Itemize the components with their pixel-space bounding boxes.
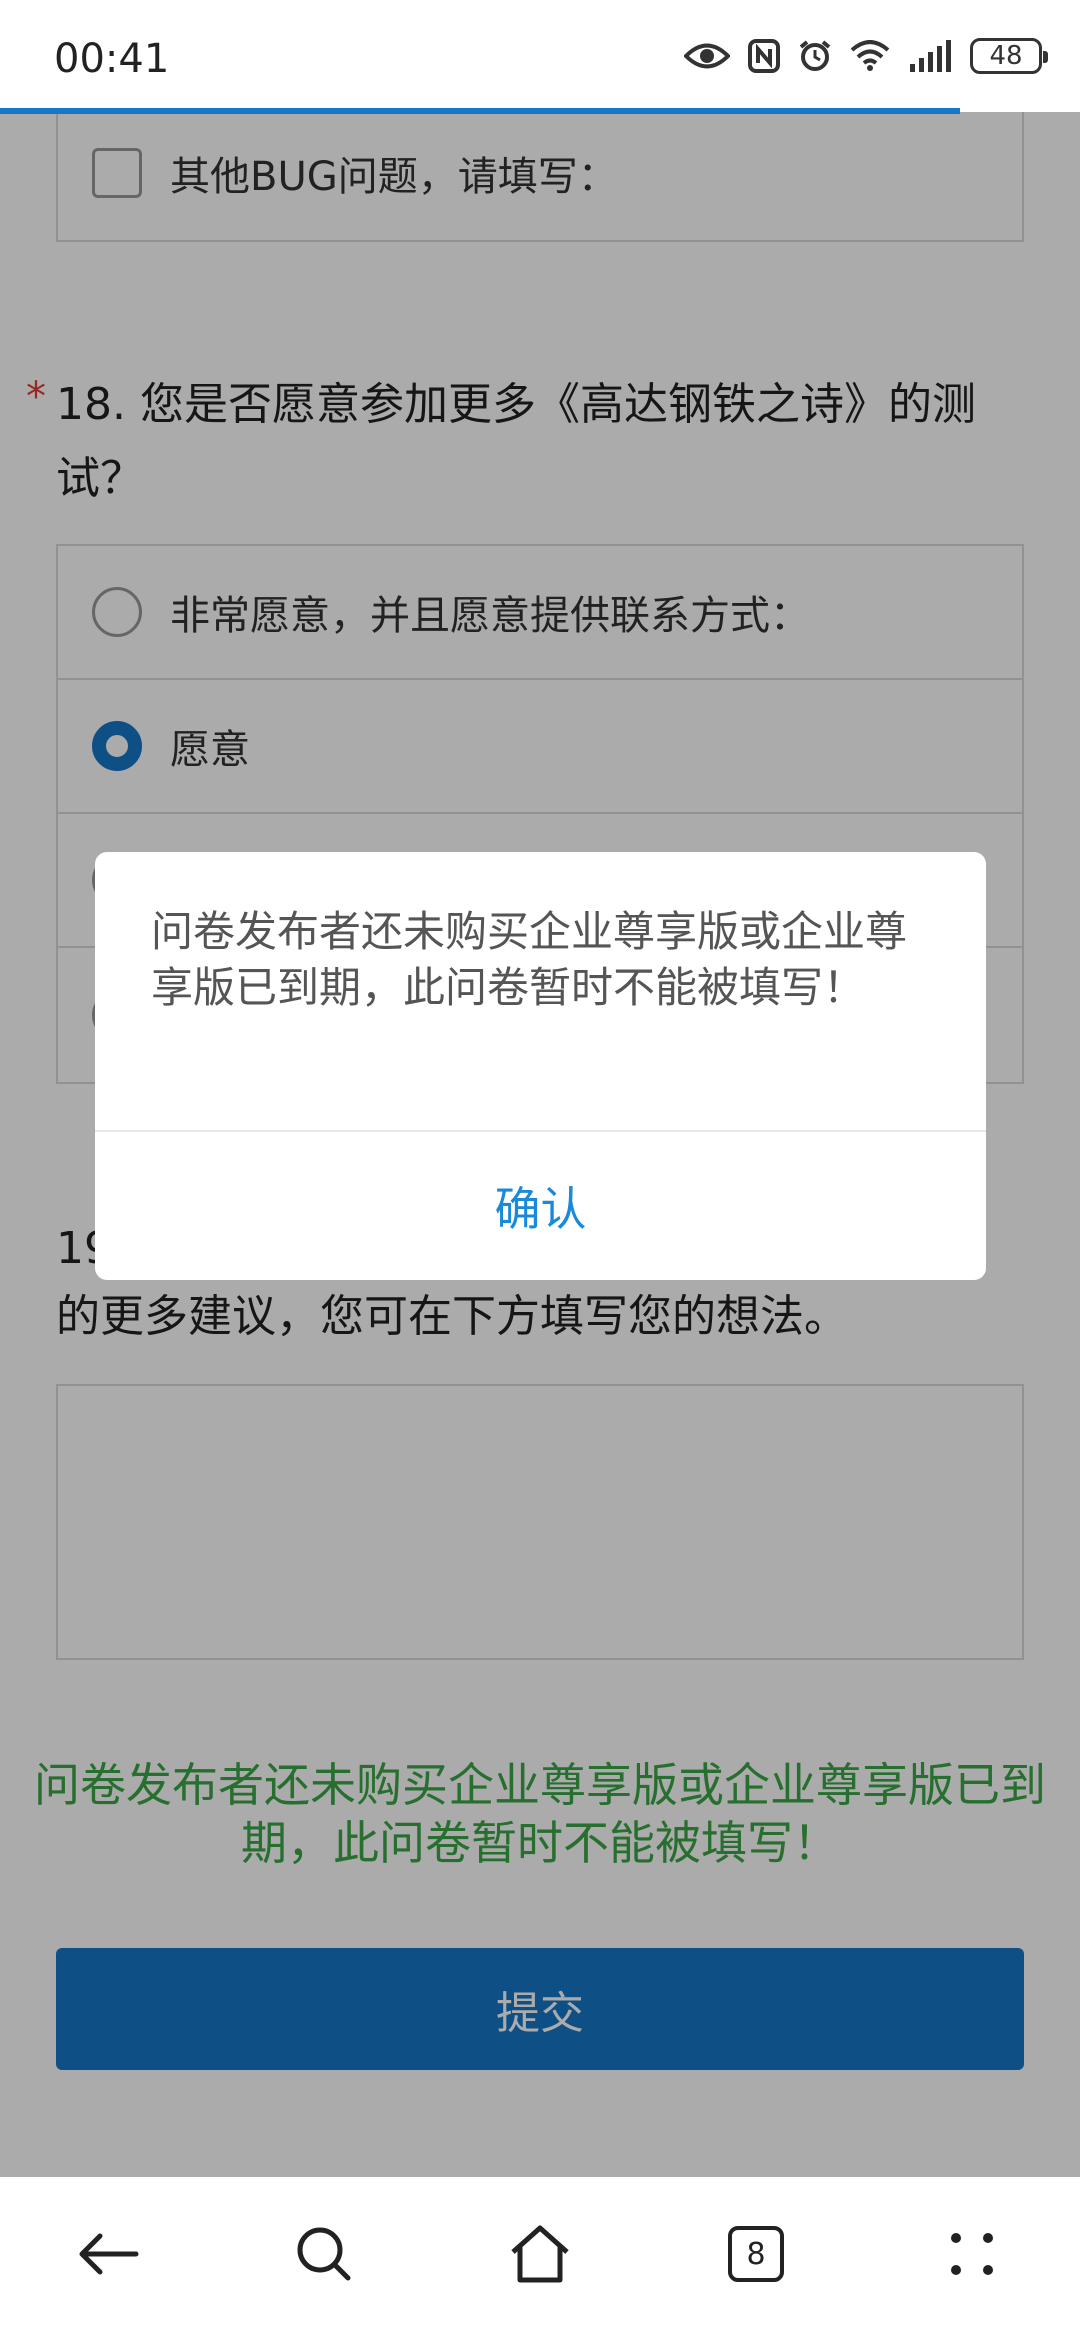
signal-icon — [908, 40, 952, 72]
back-arrow-icon — [79, 2233, 139, 2275]
tabs-button[interactable]: 8 — [696, 2194, 816, 2314]
page-load-progress — [0, 108, 960, 114]
dialog-message: 问卷发布者还未购买企业尊享版或企业尊享版已到期，此问卷暂时不能被填写！ — [151, 907, 908, 1012]
confirm-button[interactable]: 确认 — [95, 1132, 986, 1280]
search-button[interactable] — [264, 2194, 384, 2314]
tabs-icon: 8 — [728, 2226, 784, 2282]
browser-nav-bar: 8 — [0, 2177, 1080, 2331]
alert-dialog: 问卷发布者还未购买企业尊享版或企业尊享版已到期，此问卷暂时不能被填写！ 确认 — [95, 852, 986, 1280]
back-button[interactable] — [48, 2194, 168, 2314]
home-icon — [511, 2225, 569, 2283]
status-bar: 00:41 48 — [0, 0, 1080, 112]
wifi-icon — [850, 40, 890, 72]
status-icons: 48 — [684, 38, 1048, 74]
nfc-icon — [748, 39, 780, 73]
battery-icon: 48 — [970, 38, 1048, 74]
home-button[interactable] — [480, 2194, 600, 2314]
eye-icon — [684, 41, 730, 71]
menu-icon — [951, 2233, 993, 2275]
search-icon — [297, 2227, 351, 2281]
status-time: 00:41 — [54, 36, 170, 82]
menu-button[interactable] — [912, 2194, 1032, 2314]
alarm-icon — [798, 39, 832, 73]
